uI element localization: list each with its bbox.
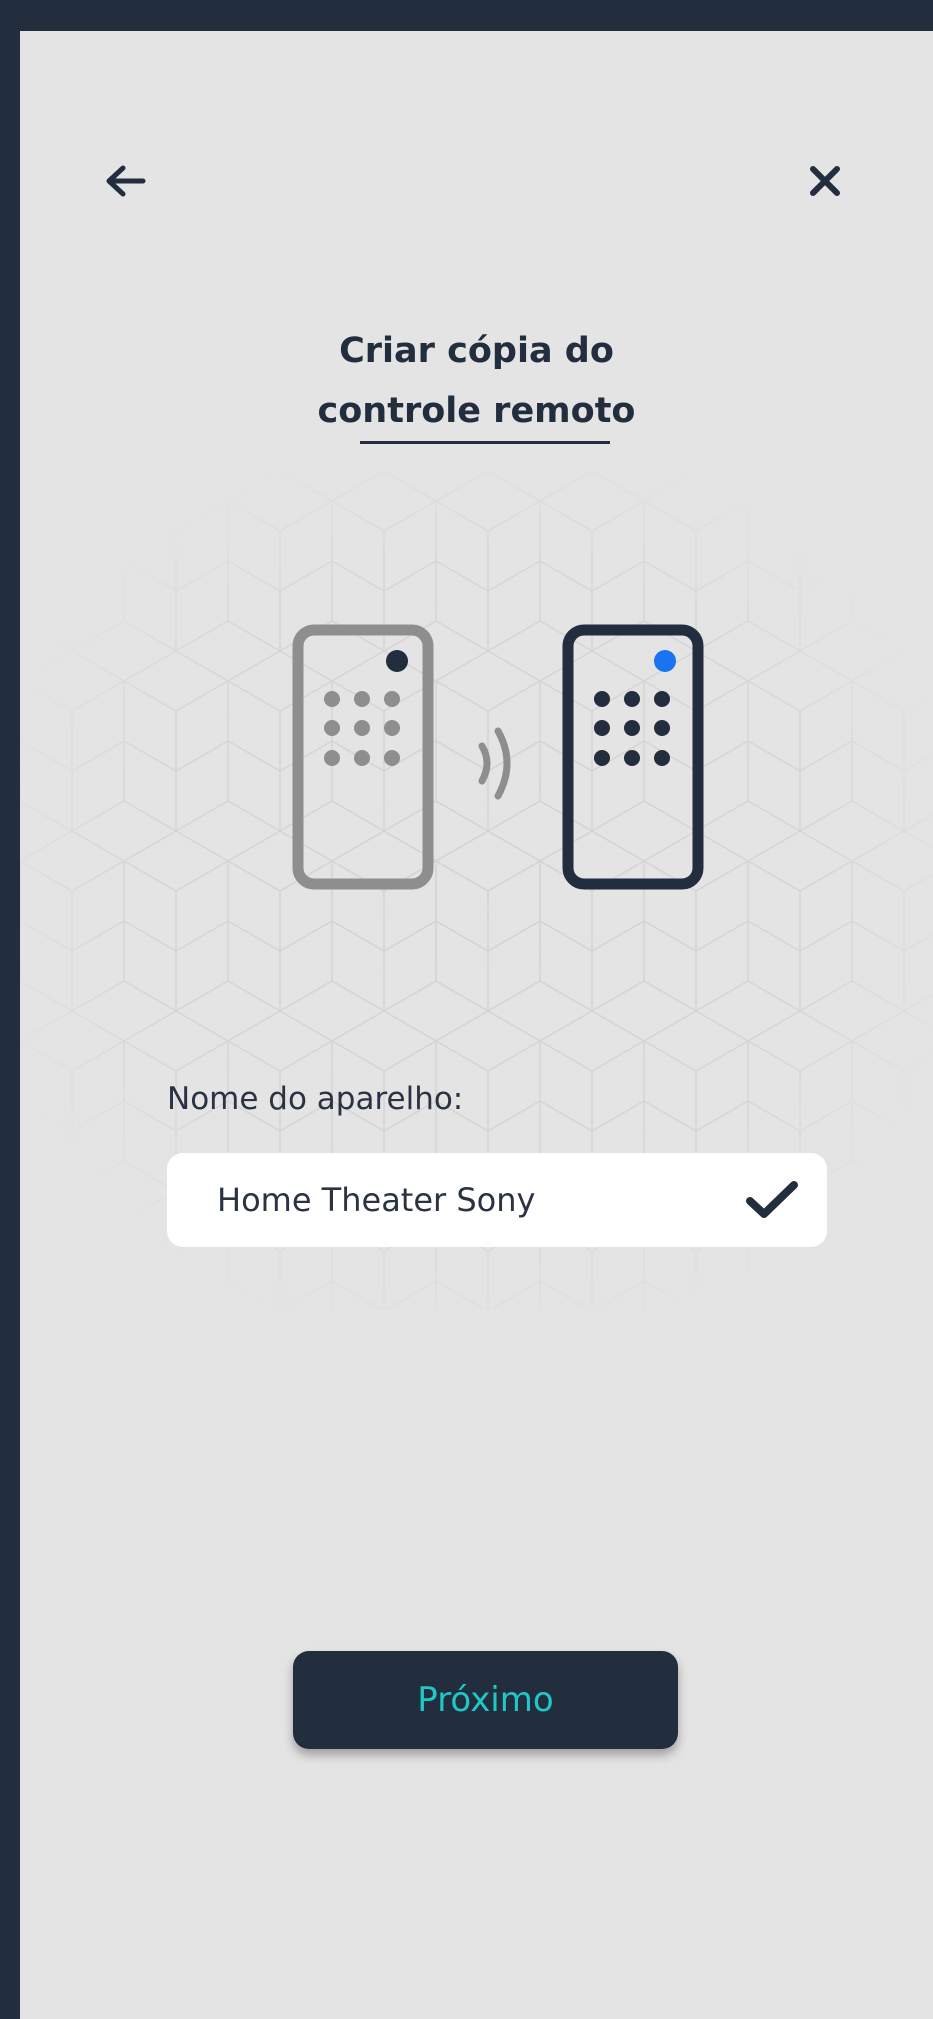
copy-remote-icon xyxy=(562,624,704,890)
screen: Criar cópia do controle remoto Nome do a… xyxy=(20,31,933,2019)
close-icon xyxy=(810,166,840,196)
remote-copy-illustration xyxy=(292,624,704,890)
device-name-value[interactable]: Home Theater Sony xyxy=(217,1181,737,1219)
close-button[interactable] xyxy=(790,146,860,216)
device-name-label: Nome do aparelho: xyxy=(167,1081,464,1117)
check-icon xyxy=(737,1170,807,1230)
title-divider xyxy=(360,441,610,444)
signal-waves-icon xyxy=(478,727,511,800)
page-title: Criar cópia do controle remoto xyxy=(317,331,636,431)
next-button[interactable]: Próximo xyxy=(293,1651,678,1749)
back-button[interactable] xyxy=(90,146,160,216)
arrow-left-icon xyxy=(106,165,146,197)
source-remote-icon xyxy=(292,624,434,890)
device-name-field[interactable]: Home Theater Sony xyxy=(167,1153,827,1247)
